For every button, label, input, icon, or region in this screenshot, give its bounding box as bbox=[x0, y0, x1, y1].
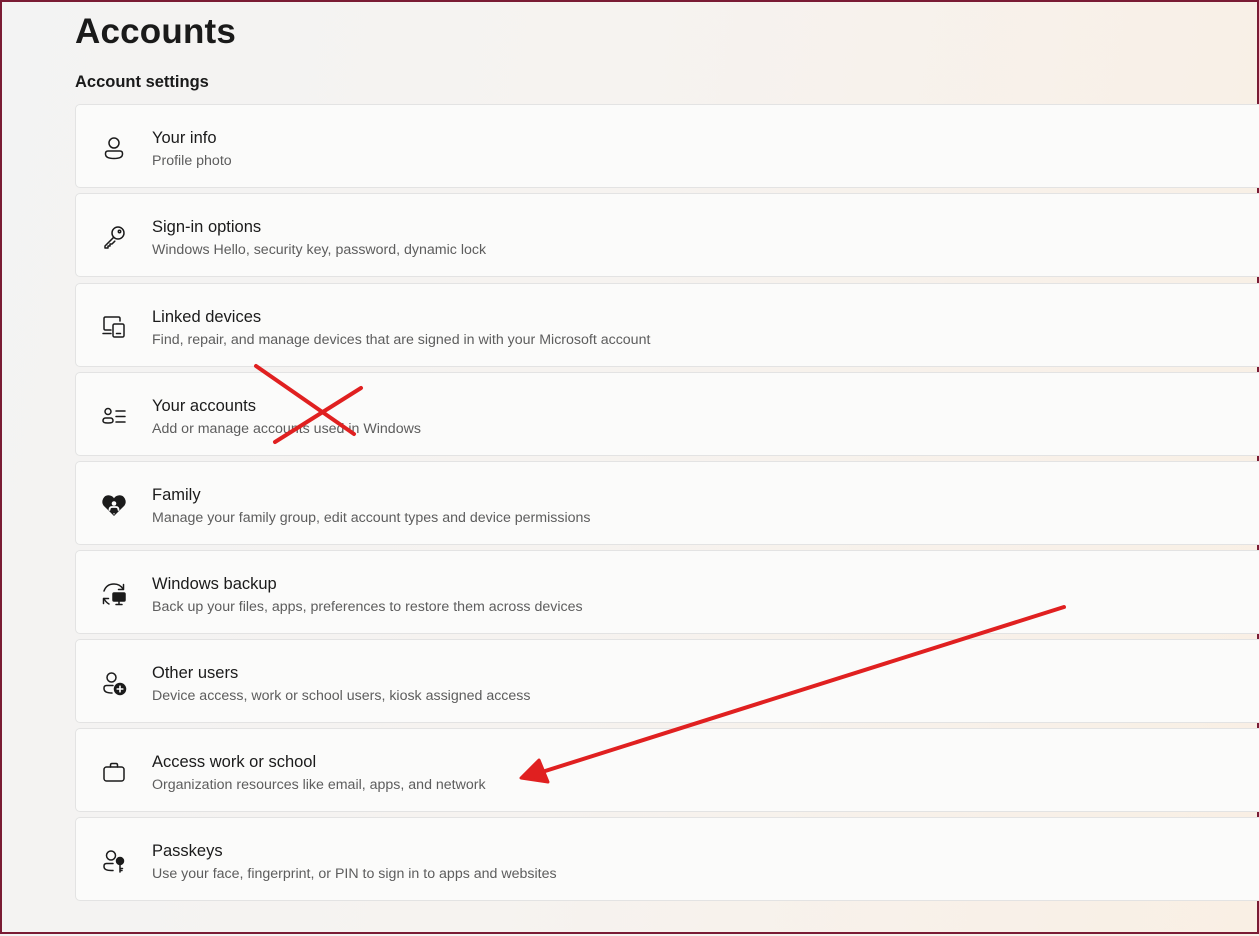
setting-card-your-accounts[interactable]: Your accounts Add or manage accounts use… bbox=[75, 372, 1259, 456]
setting-description: Profile photo bbox=[152, 153, 232, 169]
setting-card-windows-backup[interactable]: Windows backup Back up your files, apps,… bbox=[75, 550, 1259, 634]
setting-description: Windows Hello, security key, password, d… bbox=[152, 242, 487, 258]
setting-card-linked-devices[interactable]: Linked devices Find, repair, and manage … bbox=[75, 283, 1259, 367]
family-heart-icon bbox=[100, 491, 128, 519]
briefcase-icon bbox=[100, 758, 128, 786]
key-icon bbox=[100, 223, 128, 251]
setting-card-your-info[interactable]: Your info Profile photo bbox=[75, 104, 1259, 188]
setting-label: Linked devices bbox=[152, 308, 262, 326]
setting-label: Other users bbox=[152, 664, 239, 682]
setting-description: Manage your family group, edit account t… bbox=[152, 510, 591, 526]
person-icon bbox=[100, 134, 128, 162]
setting-card-passkeys[interactable]: Passkeys Use your face, fingerprint, or … bbox=[75, 817, 1259, 901]
setting-label: Your info bbox=[152, 129, 217, 147]
setting-description: Find, repair, and manage devices that ar… bbox=[152, 332, 651, 348]
setting-label: Family bbox=[152, 486, 201, 504]
section-title: Account settings bbox=[75, 73, 209, 91]
setting-label: Windows backup bbox=[152, 575, 277, 593]
setting-card-sign-in-options[interactable]: Sign-in options Windows Hello, security … bbox=[75, 193, 1259, 277]
setting-label: Sign-in options bbox=[152, 218, 262, 236]
setting-description: Back up your files, apps, preferences to… bbox=[152, 599, 583, 615]
setting-description: Add or manage accounts used in Windows bbox=[152, 421, 421, 437]
setting-label: Passkeys bbox=[152, 842, 223, 860]
add-person-icon bbox=[100, 669, 128, 697]
setting-description: Use your face, fingerprint, or PIN to si… bbox=[152, 866, 557, 882]
setting-card-family[interactable]: Family Manage your family group, edit ac… bbox=[75, 461, 1259, 545]
setting-card-other-users[interactable]: Other users Device access, work or schoo… bbox=[75, 639, 1259, 723]
passkey-icon bbox=[100, 847, 128, 875]
setting-card-access-work-or-school[interactable]: Access work or school Organization resou… bbox=[75, 728, 1259, 812]
backup-sync-icon bbox=[100, 580, 128, 608]
accounts-list-icon bbox=[100, 402, 128, 430]
setting-description: Device access, work or school users, kio… bbox=[152, 688, 531, 704]
setting-description: Organization resources like email, apps,… bbox=[152, 777, 486, 793]
linked-devices-icon bbox=[100, 313, 128, 341]
setting-label: Your accounts bbox=[152, 397, 256, 415]
page-title: Accounts bbox=[75, 12, 237, 51]
setting-label: Access work or school bbox=[152, 753, 317, 771]
